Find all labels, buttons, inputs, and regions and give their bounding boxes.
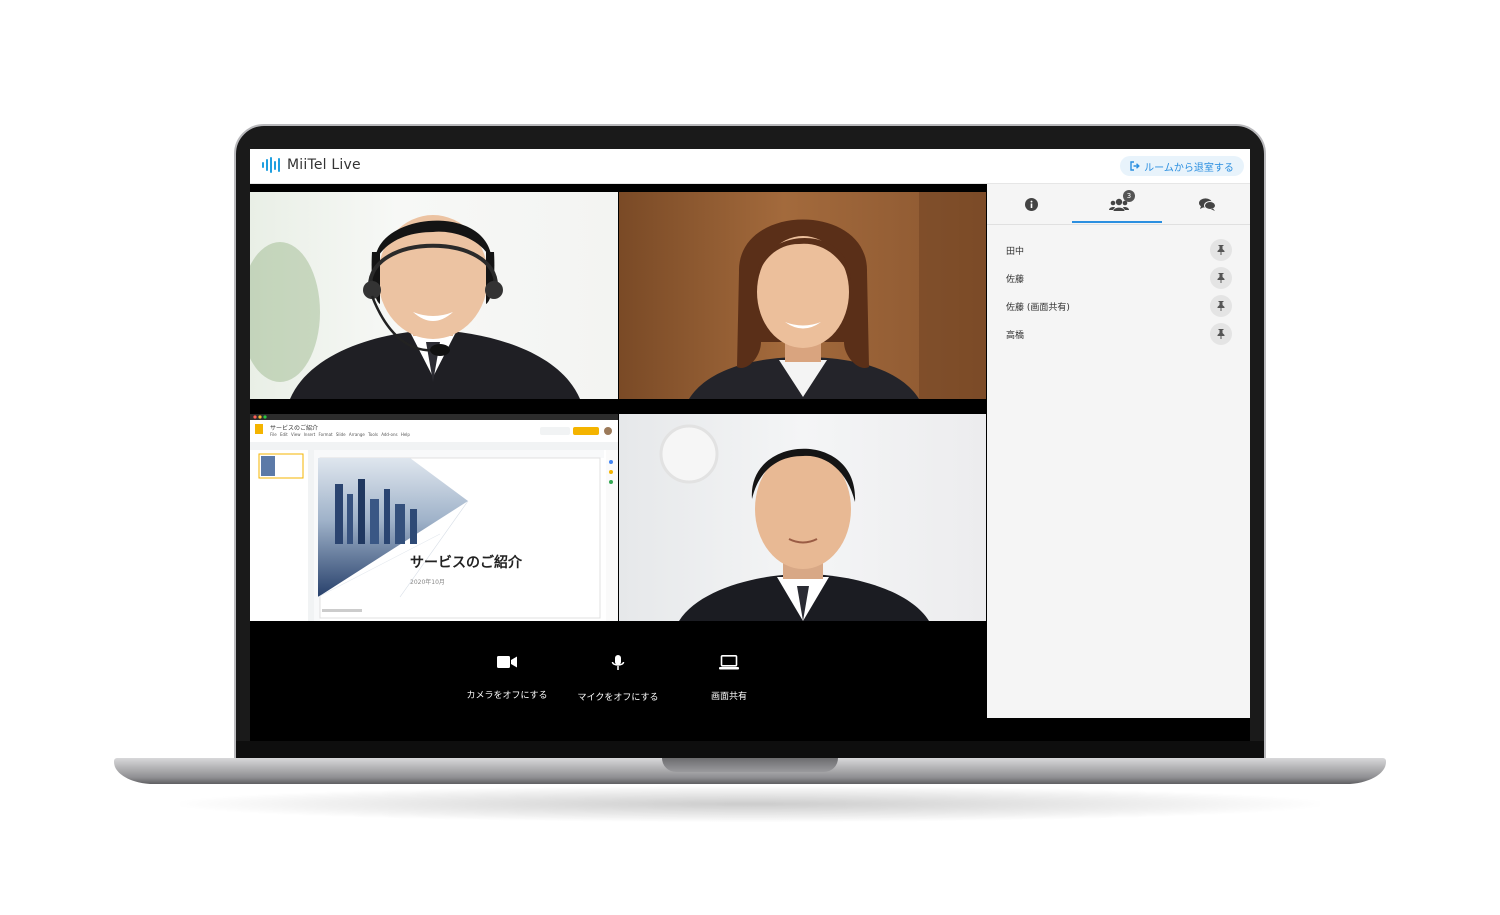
screen-share-button[interactable]: 画面共有 xyxy=(674,655,784,703)
participant-name: 佐藤 (画面共有) xyxy=(1006,303,1070,313)
slide-date: 2020年10月 xyxy=(410,579,445,586)
shared-doc-title: サービスのご紹介 xyxy=(270,425,319,432)
participant-row: 佐藤 xyxy=(987,264,1250,292)
camera-toggle-label: カメラをオフにする xyxy=(466,691,548,701)
pin-icon xyxy=(1217,301,1225,311)
logo-waveform-icon xyxy=(262,157,280,173)
slide-title: サービスのご紹介 xyxy=(410,555,522,571)
pin-icon xyxy=(1217,245,1225,255)
info-circle-icon xyxy=(1024,197,1038,211)
participant-name: 佐藤 xyxy=(1006,275,1025,285)
shared-screen-content xyxy=(250,414,618,621)
active-tab-indicator xyxy=(1072,221,1162,223)
pin-button[interactable] xyxy=(1210,267,1232,289)
call-controls-bar: カメラをオフにする マイクをオフにする 画面共有 xyxy=(250,627,986,741)
participant-list: 田中 佐藤 佐藤 (画面共有) 高橋 xyxy=(987,236,1250,348)
participant-video-1 xyxy=(250,215,580,399)
app-logo: MiiTel Live xyxy=(262,157,361,173)
laptop-shadow xyxy=(180,786,1320,822)
participant-video-2 xyxy=(689,192,986,399)
side-panel: 3 田中 佐藤 佐藤 (画面共有) 高橋 xyxy=(987,184,1250,718)
pin-button[interactable] xyxy=(1210,323,1232,345)
shared-doc-menu: File Edit View Insert Format Slide Arran… xyxy=(270,432,410,437)
screen-share-tile[interactable]: サービスのご紹介 File Edit View Insert Format Sl… xyxy=(250,414,618,621)
microphone-icon xyxy=(611,655,625,670)
camera-toggle-button[interactable]: カメラをオフにする xyxy=(452,655,562,702)
participant-name: 田中 xyxy=(1006,247,1025,257)
chat-bubbles-icon xyxy=(1198,197,1216,211)
participant-video-4 xyxy=(659,424,929,621)
screen-share-label: 画面共有 xyxy=(710,692,747,702)
participant-row: 高橋 xyxy=(987,320,1250,348)
participant-row: 佐藤 (画面共有) xyxy=(987,292,1250,320)
app-screen: MiiTel Live ルームから退室する サービスのご紹介 File Edit… xyxy=(250,149,1250,741)
tab-participants[interactable]: 3 xyxy=(1075,184,1163,224)
side-panel-tabs: 3 xyxy=(987,184,1250,225)
pin-icon xyxy=(1217,273,1225,283)
video-tile-2[interactable] xyxy=(619,192,986,399)
participant-count-badge: 3 xyxy=(1123,190,1135,202)
leave-room-button[interactable]: ルームから退室する xyxy=(1120,156,1244,176)
video-camera-icon xyxy=(497,656,517,668)
participant-row: 田中 xyxy=(987,236,1250,264)
video-tile-1[interactable] xyxy=(250,192,618,399)
laptop-icon xyxy=(719,655,739,670)
laptop-notch xyxy=(662,758,838,772)
mic-toggle-label: マイクをオフにする xyxy=(577,693,659,703)
pin-button[interactable] xyxy=(1210,239,1232,261)
tab-chat[interactable] xyxy=(1163,184,1250,224)
tab-info[interactable] xyxy=(987,184,1075,224)
pin-button[interactable] xyxy=(1210,295,1232,317)
participant-name: 高橋 xyxy=(1006,331,1025,341)
laptop-chin xyxy=(236,741,1264,759)
video-tile-4[interactable] xyxy=(619,414,986,621)
leave-room-label: ルームから退室する xyxy=(1144,162,1234,174)
mic-toggle-button[interactable]: マイクをオフにする xyxy=(563,655,673,704)
logo-text: MiiTel Live xyxy=(287,157,361,173)
app-header: MiiTel Live ルームから退室する xyxy=(250,149,1250,184)
sign-out-icon xyxy=(1130,161,1140,171)
pin-icon xyxy=(1217,329,1225,339)
